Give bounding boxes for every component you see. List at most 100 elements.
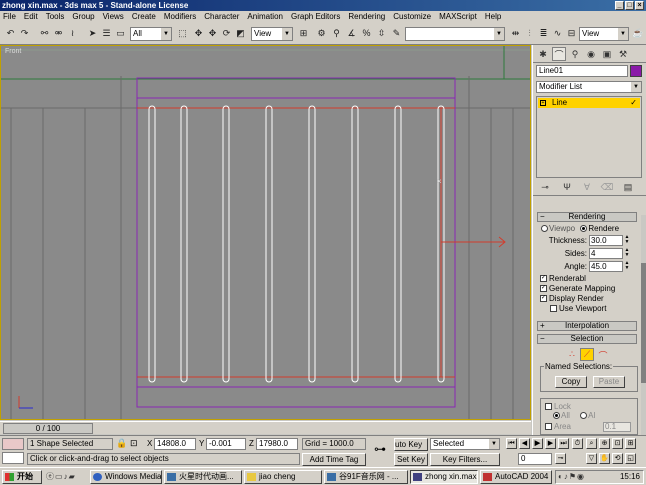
- display-render-checkbox[interactable]: ✓: [540, 295, 547, 303]
- percent-snap-icon[interactable]: %: [360, 27, 373, 40]
- task-music[interactable]: 谷91F音乐网 - ...: [324, 470, 408, 484]
- current-frame-field[interactable]: 0: [518, 453, 552, 465]
- folder-icon[interactable]: ▰: [69, 472, 76, 481]
- menu-help[interactable]: Help: [485, 11, 501, 23]
- quick-render-icon[interactable]: ☕: [631, 27, 644, 40]
- key-icon[interactable]: ⊶: [369, 442, 391, 462]
- menu-create[interactable]: Create: [132, 11, 156, 23]
- menu-modifiers[interactable]: Modifiers: [164, 11, 196, 23]
- close-button[interactable]: ×: [635, 1, 644, 10]
- layer-manager-icon[interactable]: ≣: [537, 27, 550, 40]
- task-windows-media[interactable]: Windows Media ...: [90, 470, 162, 484]
- remove-modifier-icon[interactable]: ⌫: [600, 180, 614, 194]
- selection-filter-dropdown[interactable]: All ▼: [130, 27, 172, 41]
- rect-selection-icon[interactable]: ▭: [114, 27, 127, 40]
- front-viewport[interactable]: × Front: [0, 45, 531, 420]
- menu-maxscript[interactable]: MAXScript: [439, 11, 477, 23]
- ie-icon[interactable]: ⓔ: [46, 472, 55, 481]
- menu-edit[interactable]: Edit: [24, 11, 38, 23]
- redo-icon[interactable]: ↷: [18, 27, 31, 40]
- task-3dsmax[interactable]: zhong xin.max - ...: [410, 470, 478, 484]
- viewport-radio[interactable]: [541, 225, 548, 233]
- thickness-input[interactable]: 30.0: [589, 235, 623, 246]
- angle-snap-icon[interactable]: ∡: [345, 27, 358, 40]
- key-filters-button[interactable]: Key Filters...: [430, 453, 500, 466]
- start-button[interactable]: 开始: [2, 470, 42, 484]
- stack-item-line[interactable]: + Line ✓: [538, 98, 640, 108]
- paste-button[interactable]: Paste: [593, 376, 625, 388]
- go-to-start-icon[interactable]: ⏮: [506, 438, 517, 449]
- select-move-icon[interactable]: ✥: [192, 27, 205, 40]
- menu-customize[interactable]: Customize: [393, 11, 431, 23]
- scrollbar-thumb[interactable]: [641, 263, 646, 383]
- snap-icon[interactable]: ⚲: [330, 27, 343, 40]
- spinner-arrows-icon[interactable]: ▲ ▼: [624, 248, 630, 259]
- modifier-list-dropdown[interactable]: Modifier List ▼: [536, 81, 642, 93]
- tray-icons[interactable]: ◐♪⚑◉: [558, 472, 585, 481]
- hierarchy-tab-icon[interactable]: ⚲: [568, 47, 582, 61]
- link-icon[interactable]: ⚯: [38, 27, 51, 40]
- selection-rollout-header[interactable]: − Selection: [537, 334, 637, 344]
- lock-selection-icon[interactable]: 🔒: [116, 438, 127, 449]
- area-checkbox[interactable]: [545, 423, 552, 431]
- motion-tab-icon[interactable]: ◉: [584, 47, 598, 61]
- zoom-extents-all-icon[interactable]: ⊞: [625, 438, 636, 449]
- play-icon[interactable]: ▶: [532, 438, 543, 449]
- previous-frame-icon[interactable]: ◀: [519, 438, 530, 449]
- select-move-icon[interactable]: ✥: [206, 27, 219, 40]
- key-mode-toggle-icon[interactable]: ⊸: [555, 453, 566, 464]
- render-view-dropdown[interactable]: View ▼: [579, 27, 629, 41]
- menu-animation[interactable]: Animation: [247, 11, 283, 23]
- max-script-input-mini[interactable]: [2, 452, 24, 464]
- schematic-view-icon[interactable]: ⊟: [565, 27, 578, 40]
- make-unique-icon[interactable]: ∀: [580, 180, 594, 194]
- bind-space-warp-icon[interactable]: ≀: [66, 27, 79, 40]
- vertex-level-icon[interactable]: ∴: [565, 349, 579, 361]
- minimize-button[interactable]: _: [615, 1, 624, 10]
- z-coordinate-field[interactable]: 17980.0: [256, 438, 298, 450]
- select-icon[interactable]: ➤: [86, 27, 99, 40]
- key-mode-dropdown[interactable]: Selected ▼: [430, 438, 500, 450]
- renderable-checkbox[interactable]: ✓: [540, 275, 547, 283]
- max-script-listener-mini[interactable]: [2, 438, 24, 450]
- use-viewport-checkbox[interactable]: [550, 305, 557, 313]
- select-manipulate-icon[interactable]: ⚙: [315, 27, 328, 40]
- spline-level-icon[interactable]: ⌒: [596, 349, 610, 361]
- create-tab-icon[interactable]: ✱: [536, 47, 550, 61]
- lock-checkbox[interactable]: [545, 403, 552, 411]
- modify-tab-icon[interactable]: ⌒: [552, 47, 566, 61]
- object-color-swatch[interactable]: [630, 65, 642, 77]
- x-coordinate-field[interactable]: 14808.0: [154, 438, 196, 450]
- show-end-result-icon[interactable]: Ψ: [560, 180, 574, 194]
- unlink-icon[interactable]: ⚮: [52, 27, 65, 40]
- zoom-all-icon[interactable]: ⊕: [599, 438, 610, 449]
- go-to-end-icon[interactable]: ⏭: [558, 438, 569, 449]
- task-jiao-cheng[interactable]: jiao cheng: [244, 470, 322, 484]
- display-tab-icon[interactable]: ▣: [600, 47, 614, 61]
- undo-icon[interactable]: ↶: [4, 27, 17, 40]
- task-autocad[interactable]: AutoCAD 2004 - ...: [480, 470, 552, 484]
- rendering-rollout-header[interactable]: − Rendering: [537, 212, 637, 222]
- desktop-icon[interactable]: ▭: [55, 472, 64, 481]
- field-of-view-icon[interactable]: ▽: [586, 453, 597, 464]
- next-frame-icon[interactable]: ▶: [545, 438, 556, 449]
- segment-level-icon[interactable]: ⟋: [580, 348, 594, 361]
- expand-icon[interactable]: +: [540, 100, 546, 106]
- task-huoxing[interactable]: 火星时代动画...: [164, 470, 242, 484]
- select-rotate-icon[interactable]: ⟳: [220, 27, 233, 40]
- renderer-radio[interactable]: [580, 225, 588, 233]
- absolute-mode-icon[interactable]: ⊡: [130, 438, 138, 449]
- named-selection-icon[interactable]: ✎: [390, 27, 403, 40]
- reference-coord-dropdown[interactable]: View ▼: [251, 27, 293, 41]
- pivot-center-icon[interactable]: ⊞: [297, 27, 310, 40]
- utilities-tab-icon[interactable]: ⚒: [616, 47, 630, 61]
- object-name-field[interactable]: Line01: [536, 65, 628, 77]
- configure-sets-icon[interactable]: ▤: [621, 180, 635, 194]
- pan-icon[interactable]: ✋: [599, 453, 610, 464]
- angle-input[interactable]: 45.0: [589, 261, 623, 272]
- pin-stack-icon[interactable]: ⊸: [538, 180, 552, 194]
- zoom-icon[interactable]: ⌕: [586, 438, 597, 449]
- auto-key-button[interactable]: uto Key: [394, 438, 428, 451]
- menu-views[interactable]: Views: [103, 11, 124, 23]
- bulb-icon[interactable]: ✓: [630, 98, 637, 108]
